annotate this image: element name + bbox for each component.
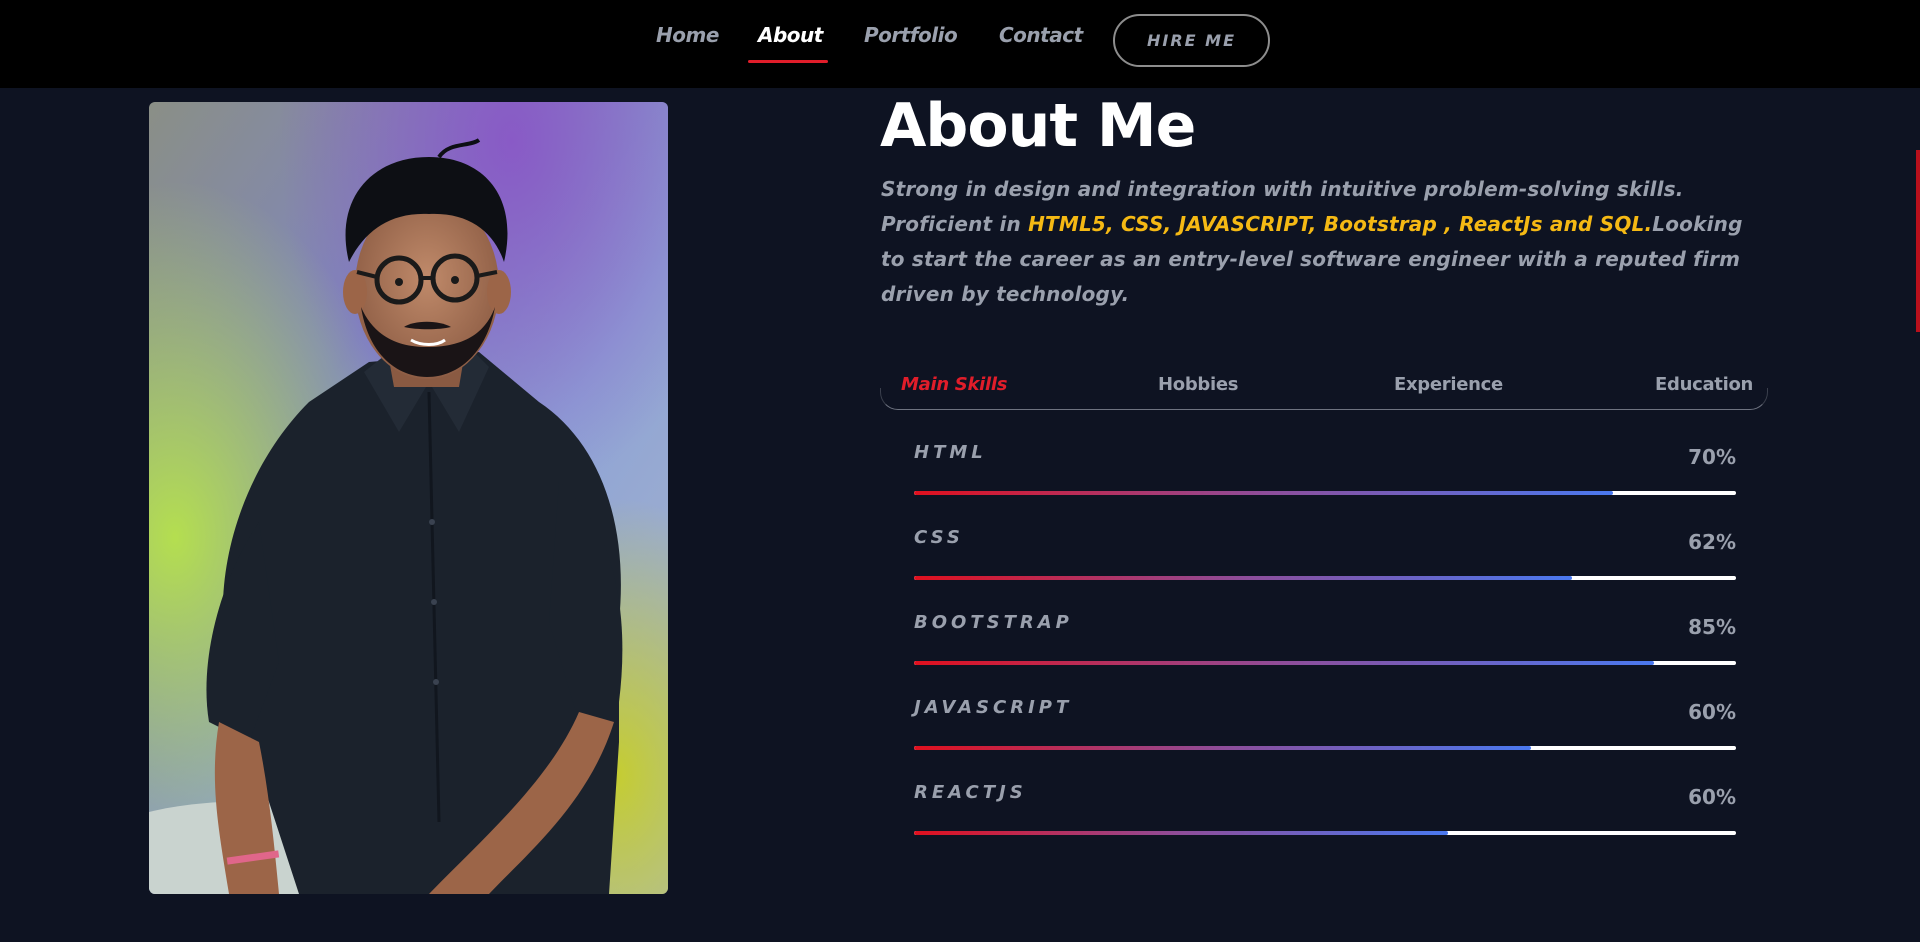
skill-progress-track [914,576,1736,580]
nav-link-home[interactable]: Home [656,23,719,47]
skill-progress-fill [914,831,1449,835]
skill-percent: 60% [1688,785,1736,809]
skill-name: JAVASCRIPT [914,697,1073,718]
navbar: Home About Portfolio Contact HIRE ME [0,0,1920,88]
hire-me-button[interactable]: HIRE ME [1113,14,1270,67]
skill-progress-track [914,491,1736,495]
skill-progress-track [914,661,1736,665]
tab-experience[interactable]: Experience [1394,374,1503,395]
about-description: Strong in design and integration with in… [881,172,1761,312]
skill-name: HTML [914,442,987,463]
scroll-indicator[interactable] [1916,150,1920,332]
tab-hobbies[interactable]: Hobbies [1158,374,1239,395]
skill-percent: 70% [1688,445,1736,469]
nav-active-underline [748,60,828,63]
about-title: About Me [880,91,1196,161]
tab-education[interactable]: Education [1655,374,1753,395]
skill-progress-fill [914,661,1654,665]
nav-link-contact[interactable]: Contact [999,23,1083,47]
skill-progress-track [914,831,1736,835]
skill-name: CSS [914,527,964,548]
skill-progress-fill [914,491,1613,495]
nav-link-portfolio[interactable]: Portfolio [864,23,958,47]
skill-percent: 85% [1688,615,1736,639]
skill-percent: 62% [1688,530,1736,554]
profile-photo [149,102,668,894]
skill-progress-fill [914,746,1531,750]
skill-name: BOOTSTRAP [914,612,1073,633]
skill-name: REACTJS [914,782,1027,803]
tab-main-skills[interactable]: Main Skills [901,374,1007,395]
tabs-border [880,388,1768,410]
nav-link-about[interactable]: About [758,23,823,47]
skills-highlight: HTML5, CSS, JAVASCRIPT, Bootstrap , Reac… [1028,212,1653,236]
skill-percent: 60% [1688,700,1736,724]
skill-progress-track [914,746,1736,750]
skill-progress-fill [914,576,1572,580]
